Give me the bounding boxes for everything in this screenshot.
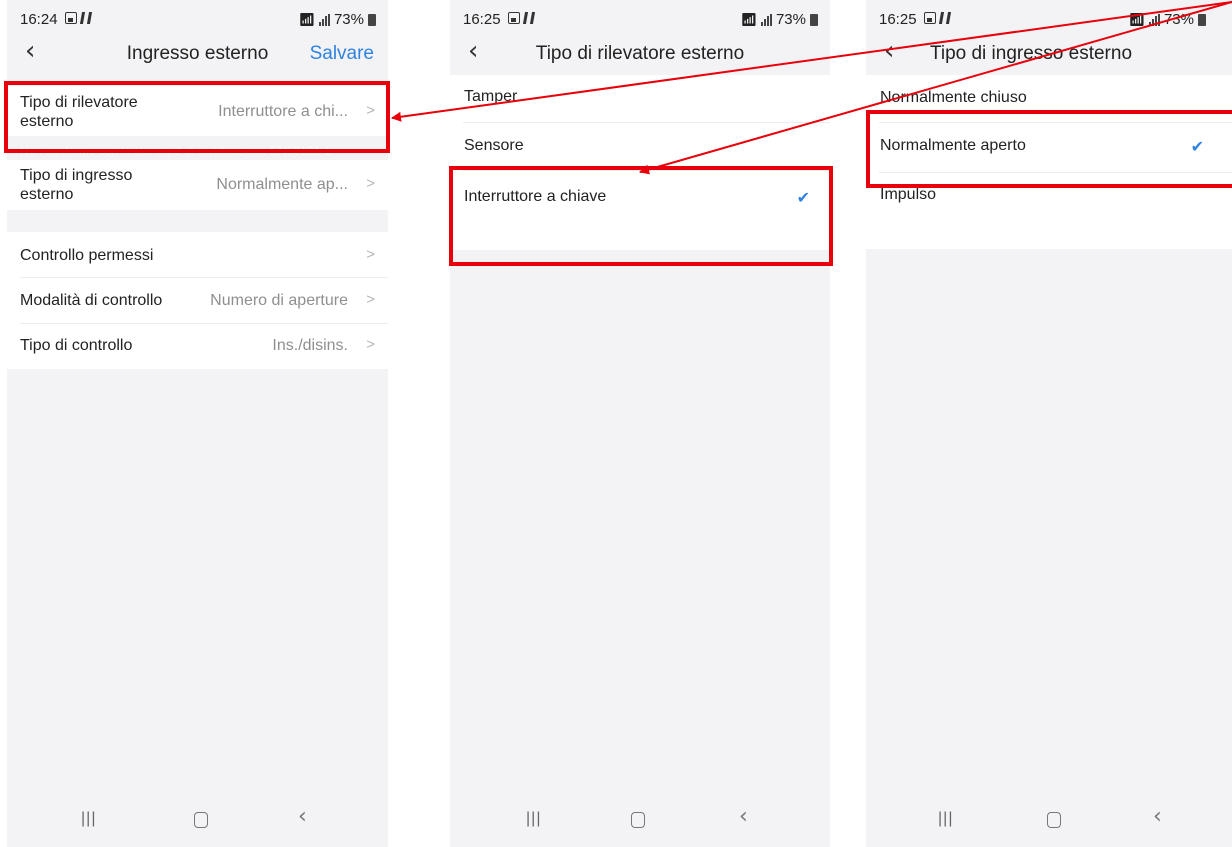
row-label: Tipo di controllo (20, 337, 133, 354)
battery-icon (368, 13, 376, 26)
status-bar: 16:24 📶︎ 73% (7, 0, 388, 40)
back-icon[interactable]: ‹ (298, 804, 307, 829)
system-nav-bar: ||| ‹ (7, 787, 388, 847)
chevron-right-icon: > (366, 336, 375, 353)
home-icon[interactable] (1047, 812, 1061, 828)
wifi-icon: 📶︎ (298, 11, 315, 27)
chevron-right-icon: > (366, 291, 375, 308)
status-bar: 16:25 📶︎ 73% (866, 0, 1232, 40)
recent-apps-icon[interactable]: ||| (938, 810, 953, 828)
row-label: Controllo permessi (20, 247, 154, 264)
row-label: Tipo di ingresso esterno (20, 167, 133, 203)
battery-percentage: 73% (333, 11, 364, 28)
wifi-icon: 📶︎ (740, 11, 757, 27)
signal-icon (760, 13, 772, 26)
home-icon[interactable] (631, 812, 645, 828)
control-settings-group: Controllo permessi > Modalità di control… (7, 232, 388, 369)
signal-icon (318, 13, 330, 26)
row-control-type[interactable]: Tipo di controllo Ins./disins. > (7, 323, 388, 369)
system-nav-bar: ||| ‹ (450, 787, 830, 847)
battery-percentage: 73% (1163, 11, 1194, 28)
status-bar: 16:25 📶︎ 73% (450, 0, 830, 40)
wifi-icon: 📶︎ (1128, 11, 1145, 27)
status-time: 16:25 (463, 11, 501, 28)
signal-icon (1148, 13, 1160, 26)
save-button[interactable]: Salvare (310, 43, 374, 65)
nfc-notification-icon (522, 12, 536, 24)
row-permission-control[interactable]: Controllo permessi > (7, 232, 388, 278)
row-value: Normalmente ap... (216, 176, 348, 193)
system-nav-bar: ||| ‹ (866, 787, 1232, 847)
home-icon[interactable] (194, 812, 208, 828)
gallery-notification-icon (508, 12, 520, 24)
gallery-notification-icon (924, 12, 936, 24)
highlight-box-key-switch (449, 166, 833, 266)
option-sensore[interactable]: Sensore (450, 123, 830, 171)
option-label: Sensore (464, 137, 524, 154)
app-header: ‹ Ingresso esterno Salvare (7, 36, 388, 70)
battery-icon (1198, 13, 1206, 26)
row-value: Ins./disins. (272, 337, 348, 354)
row-label: Modalità di controllo (20, 292, 163, 309)
chevron-right-icon: > (366, 175, 375, 192)
status-time: 16:25 (879, 11, 917, 28)
option-label: Impulso (880, 186, 937, 203)
recent-apps-icon[interactable]: ||| (526, 810, 541, 828)
battery-percentage: 73% (775, 11, 806, 28)
chevron-right-icon: > (366, 246, 375, 263)
page-title: Tipo di rilevatore esterno (535, 43, 745, 64)
nfc-notification-icon (79, 12, 93, 24)
input-type-group: Tipo di ingresso esterno Normalmente ap.… (7, 160, 388, 210)
app-header: ‹ Tipo di ingresso esterno (866, 36, 1232, 70)
back-icon[interactable]: ‹ (1153, 804, 1162, 829)
highlight-box-normally-open (866, 110, 1232, 188)
row-value: Numero di aperture (210, 292, 348, 309)
gallery-notification-icon (65, 12, 77, 24)
status-time: 16:24 (20, 11, 58, 28)
battery-icon (810, 13, 818, 26)
page-title: Tipo di ingresso esterno (929, 43, 1133, 64)
app-header: ‹ Tipo di rilevatore esterno (450, 36, 830, 70)
option-label: Normalmente chiuso (880, 89, 1027, 106)
screen-detector-type: 16:25 📶︎ 73% ‹ Tipo di rilevatore estern… (450, 0, 830, 847)
option-label: Tamper (464, 88, 518, 105)
row-input-type[interactable]: Tipo di ingresso esterno Normalmente ap.… (7, 160, 388, 210)
highlight-box-detector-type (4, 81, 390, 153)
row-control-mode[interactable]: Modalità di controllo Numero di aperture… (7, 278, 388, 324)
nfc-notification-icon (938, 12, 952, 24)
back-icon[interactable]: ‹ (739, 804, 748, 829)
recent-apps-icon[interactable]: ||| (81, 810, 96, 828)
option-tamper[interactable]: Tamper (450, 75, 830, 123)
